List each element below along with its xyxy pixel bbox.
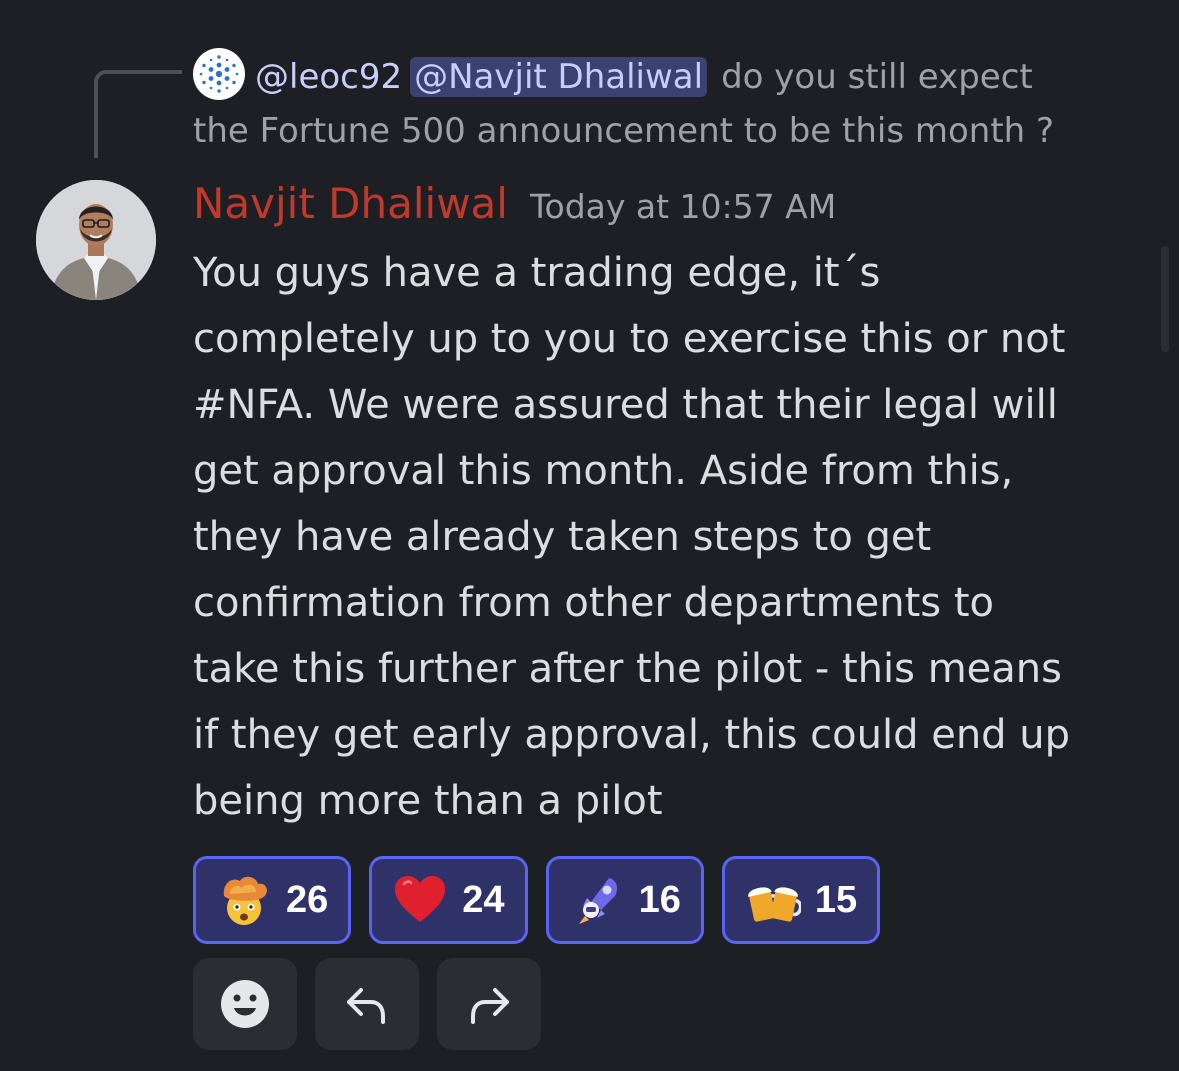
exploding-head-icon	[214, 870, 274, 930]
message-line: #NFA. We were assured that their legal w…	[193, 382, 1058, 428]
message-line: if they get early approval, this could e…	[193, 712, 1071, 758]
reaction-beer-mugs[interactable]: 15	[721, 856, 881, 944]
author-avatar[interactable]	[36, 180, 156, 300]
beer-mugs-icon	[743, 870, 803, 930]
author-name[interactable]: Navjit Dhaliwal	[193, 179, 508, 228]
message-line: You guys have a trading edge, it´s	[193, 250, 881, 296]
reply-mention[interactable]: @Navjit Dhaliwal	[410, 57, 708, 97]
astronaut-rocket-icon	[567, 870, 627, 930]
message-body: You guys have a trading edge, it´s compl…	[193, 240, 1153, 834]
reply-preview[interactable]: @leoc92 @Navjit Dhaliwal do you still expe…	[193, 48, 1153, 158]
reaction-count: 16	[638, 878, 681, 921]
reply-text-line1: do you still expect	[721, 57, 1033, 97]
reaction-exploding-head[interactable]: 26	[193, 856, 352, 944]
reaction-count: 24	[462, 878, 505, 921]
reactions-bar: 26 24 16 15	[193, 856, 881, 944]
forward-icon	[471, 988, 509, 1024]
reply-connector	[94, 70, 182, 158]
message-line: being more than a pilot	[193, 778, 663, 824]
message-timestamp: Today at 10:57 AM	[529, 187, 837, 226]
message-line: take this further after the pilot - this…	[193, 646, 1062, 692]
message-line: completely up to you to exercise this or…	[193, 316, 1066, 362]
reply-text-line2: the Fortune 500 announcement to be this …	[193, 111, 1055, 151]
reply-avatar[interactable]	[193, 48, 245, 100]
reaction-astronaut-rocket[interactable]: 16	[545, 856, 704, 944]
reaction-count: 26	[286, 878, 329, 921]
add-reaction-button[interactable]	[193, 958, 297, 1050]
message-header: Navjit Dhaliwal Today at 10:57 AM	[193, 176, 836, 236]
reaction-red-heart[interactable]: 24	[369, 856, 528, 944]
reply-username[interactable]: @leoc92	[255, 57, 402, 97]
reply-icon	[347, 988, 385, 1024]
forward-button[interactable]	[437, 958, 541, 1050]
message-line: they have already taken steps to get	[193, 514, 932, 560]
red-heart-icon	[390, 870, 450, 930]
add-reaction-icon	[221, 980, 269, 1028]
message-actions	[193, 958, 541, 1050]
message-line: confirmation from other departments to	[193, 580, 994, 626]
scrollbar-thumb[interactable]	[1161, 246, 1169, 352]
reply-button[interactable]	[315, 958, 419, 1050]
reaction-count: 15	[814, 878, 858, 921]
message-line: get approval this month. Aside from this…	[193, 448, 1014, 494]
